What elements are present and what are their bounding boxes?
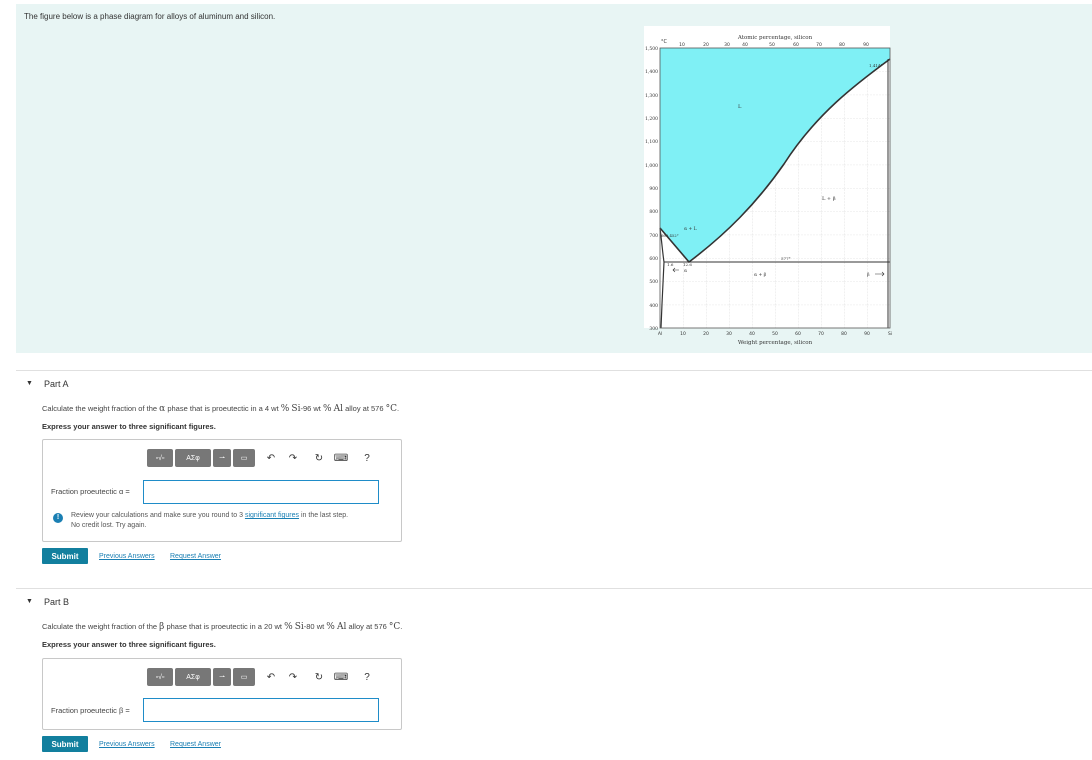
svg-text:50: 50 xyxy=(769,42,775,48)
svg-text:700: 700 xyxy=(649,233,658,239)
part-a-instruction: Express your answer to three significant… xyxy=(42,422,216,431)
svg-text:20: 20 xyxy=(703,331,709,337)
bottom-ticks: Al 10 20 30 40 50 60 70 80 90 Si xyxy=(658,331,892,337)
math-toolbar: ▫√▫ ΑΣφ ⇀ ▭ ↶ ↷ ↻ ⌨ ? xyxy=(147,668,375,686)
label-alpha: α xyxy=(684,269,687,274)
vector-button[interactable]: ⇀ xyxy=(213,668,231,686)
part-b-instruction: Express your answer to three significant… xyxy=(42,640,216,649)
sig-figs-link[interactable]: significant figures xyxy=(245,512,299,519)
svg-text:70: 70 xyxy=(816,42,822,48)
label-eutectic-comp: 12.6 xyxy=(683,262,692,267)
svg-text:30: 30 xyxy=(726,331,732,337)
svg-text:80: 80 xyxy=(839,42,845,48)
svg-text:1,500: 1,500 xyxy=(645,46,658,52)
caret-down-icon: ▼ xyxy=(26,598,33,605)
reset-icon[interactable]: ↻ xyxy=(311,668,327,686)
part-a-header[interactable]: ▼ Part A xyxy=(16,370,1092,398)
undo-icon[interactable]: ↶ xyxy=(263,449,279,467)
svg-text:1,300: 1,300 xyxy=(645,93,658,99)
label-alpha-comp: 1.6 xyxy=(667,262,674,267)
label-si-melt: 1,414° xyxy=(869,63,882,68)
svg-text:900: 900 xyxy=(649,186,658,192)
part-b-request-answer-link[interactable]: Request Answer xyxy=(170,741,221,748)
svg-text:10: 10 xyxy=(679,42,685,48)
svg-text:40: 40 xyxy=(742,42,748,48)
greek-button[interactable]: ΑΣφ xyxy=(175,668,211,686)
part-a-answer-box: ▫√▫ ΑΣφ ⇀ ▭ ↶ ↷ ↻ ⌨ ? Fraction proeutect… xyxy=(42,439,402,542)
svg-text:300: 300 xyxy=(649,326,658,332)
part-b-answer-input[interactable] xyxy=(143,698,379,722)
greek-button[interactable]: ΑΣφ xyxy=(175,449,211,467)
svg-text:50: 50 xyxy=(772,331,778,337)
vector-button[interactable]: ⇀ xyxy=(213,449,231,467)
label-al-melt: 660.452° xyxy=(661,233,679,238)
part-b-answer-label: Fraction proeutectic β = xyxy=(51,706,130,715)
svg-text:90: 90 xyxy=(864,331,870,337)
y-unit-label: °C xyxy=(661,39,668,45)
redo-icon[interactable]: ↷ xyxy=(285,449,301,467)
phase-diagram: Atomic percentage, silicon °C 10 20 30 4… xyxy=(644,26,892,346)
svg-text:Si: Si xyxy=(888,331,892,337)
svg-text:40: 40 xyxy=(749,331,755,337)
part-b-question: Calculate the weight fraction of the β p… xyxy=(42,622,403,632)
part-b-previous-answers-link[interactable]: Previous Answers xyxy=(99,741,155,748)
svg-text:10: 10 xyxy=(680,331,686,337)
units-button[interactable]: ▭ xyxy=(233,449,255,467)
template-button[interactable]: ▫√▫ xyxy=(147,668,173,686)
part-a-answer-label: Fraction proeutectic α = xyxy=(51,487,130,496)
part-b-answer-box: ▫√▫ ΑΣφ ⇀ ▭ ↶ ↷ ↻ ⌨ ? Fraction proeutect… xyxy=(42,658,402,730)
units-button[interactable]: ▭ xyxy=(233,668,255,686)
svg-text:60: 60 xyxy=(793,42,799,48)
svg-text:80: 80 xyxy=(841,331,847,337)
help-icon[interactable]: ? xyxy=(359,668,375,686)
svg-text:30: 30 xyxy=(724,42,730,48)
svg-text:800: 800 xyxy=(649,209,658,215)
part-a-question: Calculate the weight fraction of the α p… xyxy=(42,404,400,414)
svg-text:400: 400 xyxy=(649,303,658,309)
reset-icon[interactable]: ↻ xyxy=(311,449,327,467)
part-a-title: Part A xyxy=(44,379,69,389)
label-eutectic-temp: 577° xyxy=(781,256,791,261)
svg-text:600: 600 xyxy=(649,256,658,262)
help-icon[interactable]: ? xyxy=(359,449,375,467)
part-b-header[interactable]: ▼ Part B xyxy=(16,588,1092,616)
label-l-beta: L + β xyxy=(822,196,836,202)
svg-text:Al: Al xyxy=(658,331,662,337)
caret-down-icon: ▼ xyxy=(26,380,33,387)
svg-text:500: 500 xyxy=(649,279,658,285)
keyboard-icon[interactable]: ⌨ xyxy=(333,668,349,686)
warning-icon: ! xyxy=(53,513,63,523)
svg-text:70: 70 xyxy=(818,331,824,337)
svg-text:20: 20 xyxy=(703,42,709,48)
problem-intro: The figure below is a phase diagram for … xyxy=(16,4,1092,353)
part-b-submit-button[interactable]: Submit xyxy=(42,736,88,752)
part-b-title: Part B xyxy=(44,597,70,607)
redo-icon[interactable]: ↷ xyxy=(285,668,301,686)
top-ticks: 10 20 30 40 50 60 70 80 90 xyxy=(679,42,869,48)
bottom-axis-label: Weight percentage, silicon xyxy=(738,340,813,346)
undo-icon[interactable]: ↶ xyxy=(263,668,279,686)
part-a-request-answer-link[interactable]: Request Answer xyxy=(170,553,221,560)
svg-text:1,400: 1,400 xyxy=(645,69,658,75)
svg-text:1,100: 1,100 xyxy=(645,139,658,145)
label-alpha-l: α + L xyxy=(684,226,697,232)
part-a-answer-input[interactable] xyxy=(143,480,379,504)
label-alpha-beta: α + β xyxy=(754,272,767,278)
template-button[interactable]: ▫√▫ xyxy=(147,449,173,467)
part-a-submit-button[interactable]: Submit xyxy=(42,548,88,564)
label-beta: β xyxy=(867,272,870,278)
svg-text:1,200: 1,200 xyxy=(645,116,658,122)
part-a-feedback: ! Review your calculations and make sure… xyxy=(53,511,348,531)
keyboard-icon[interactable]: ⌨ xyxy=(333,449,349,467)
svg-text:60: 60 xyxy=(795,331,801,337)
svg-text:1,000: 1,000 xyxy=(645,163,658,169)
math-toolbar: ▫√▫ ΑΣφ ⇀ ▭ ↶ ↷ ↻ ⌨ ? xyxy=(147,449,375,467)
part-a-previous-answers-link[interactable]: Previous Answers xyxy=(99,553,155,560)
top-axis-label: Atomic percentage, silicon xyxy=(737,35,813,41)
svg-text:90: 90 xyxy=(863,42,869,48)
